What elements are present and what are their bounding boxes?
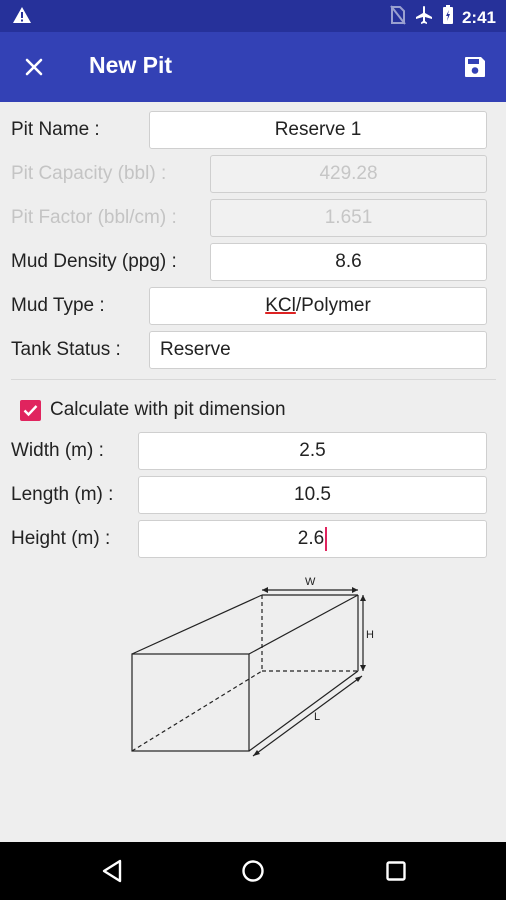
pit-name-input[interactable]: Reserve 1	[149, 111, 487, 149]
calculate-dimension-checkbox-row[interactable]: Calculate with pit dimension	[20, 399, 286, 421]
text-cursor	[325, 527, 328, 551]
home-button[interactable]	[240, 858, 266, 884]
checkmark-icon	[23, 404, 38, 416]
mud-density-row: Mud Density (ppg) : 8.6	[0, 243, 506, 281]
calculate-dimension-label: Calculate with pit dimension	[50, 399, 286, 420]
tank-status-input[interactable]: Reserve	[149, 331, 487, 369]
width-input[interactable]: 2.5	[138, 432, 487, 470]
mud-density-label: Mud Density (ppg) :	[11, 251, 177, 272]
height-input-text: 2.6	[297, 528, 325, 549]
height-label: Height (m) :	[11, 528, 111, 549]
save-icon	[465, 57, 485, 77]
mud-density-input[interactable]: 8.6	[210, 243, 487, 281]
diagram-l-label: L	[314, 711, 320, 723]
warning-icon	[12, 6, 32, 29]
app-bar: New Pit	[0, 32, 506, 102]
width-label: Width (m) :	[11, 440, 104, 461]
tank-status-row: Tank Status : Reserve	[0, 331, 506, 369]
mud-type-row: Mud Type : KCl/Polymer	[0, 287, 506, 325]
close-button[interactable]	[20, 53, 48, 81]
navigation-bar	[0, 842, 506, 900]
pit-capacity-row: Pit Capacity (bbl) : 429.28	[0, 155, 506, 193]
pit-name-label: Pit Name :	[11, 119, 100, 140]
length-input[interactable]: 10.5	[138, 476, 487, 514]
mud-type-text: /Polymer	[295, 295, 371, 316]
height-input[interactable]: 2.6	[138, 520, 487, 558]
pit-form: Pit Name : Reserve 1 Pit Capacity (bbl) …	[0, 102, 506, 842]
height-row: Height (m) : 2.6	[0, 520, 506, 558]
close-icon	[25, 58, 43, 76]
pit-factor-row: Pit Factor (bbl/cm) : 1.651	[0, 199, 506, 237]
battery-icon	[442, 5, 454, 30]
mud-type-input[interactable]: KCl/Polymer	[149, 287, 487, 325]
length-label: Length (m) :	[11, 484, 114, 505]
mud-type-spell-flagged-text: KCl	[265, 295, 296, 316]
recents-icon	[386, 861, 406, 881]
pit-capacity-label: Pit Capacity (bbl) :	[11, 163, 167, 184]
back-icon	[102, 859, 122, 883]
status-bar: 2:41	[0, 0, 506, 32]
tank-status-label: Tank Status :	[11, 339, 121, 360]
section-divider	[11, 379, 496, 380]
calculate-dimension-checkbox[interactable]	[20, 399, 41, 421]
length-row: Length (m) : 10.5	[0, 476, 506, 514]
back-button[interactable]	[99, 858, 125, 884]
diagram-w-label: W	[305, 576, 316, 588]
width-row: Width (m) : 2.5	[0, 432, 506, 470]
pit-factor-field: 1.651	[210, 199, 487, 237]
save-button[interactable]	[460, 52, 490, 82]
diagram-h-label: H	[366, 629, 374, 641]
airplane-icon	[414, 5, 434, 30]
no-sim-icon	[390, 5, 406, 30]
recents-button[interactable]	[383, 858, 409, 884]
pit-dimension-diagram: W H L	[131, 576, 374, 757]
mud-type-label: Mud Type :	[11, 295, 105, 316]
page-title: New Pit	[89, 52, 173, 78]
pit-factor-label: Pit Factor (bbl/cm) :	[11, 207, 177, 228]
home-icon	[242, 860, 264, 882]
pit-capacity-field: 429.28	[210, 155, 487, 193]
pit-name-row: Pit Name : Reserve 1	[0, 111, 506, 149]
clock-time: 2:41	[461, 7, 496, 27]
